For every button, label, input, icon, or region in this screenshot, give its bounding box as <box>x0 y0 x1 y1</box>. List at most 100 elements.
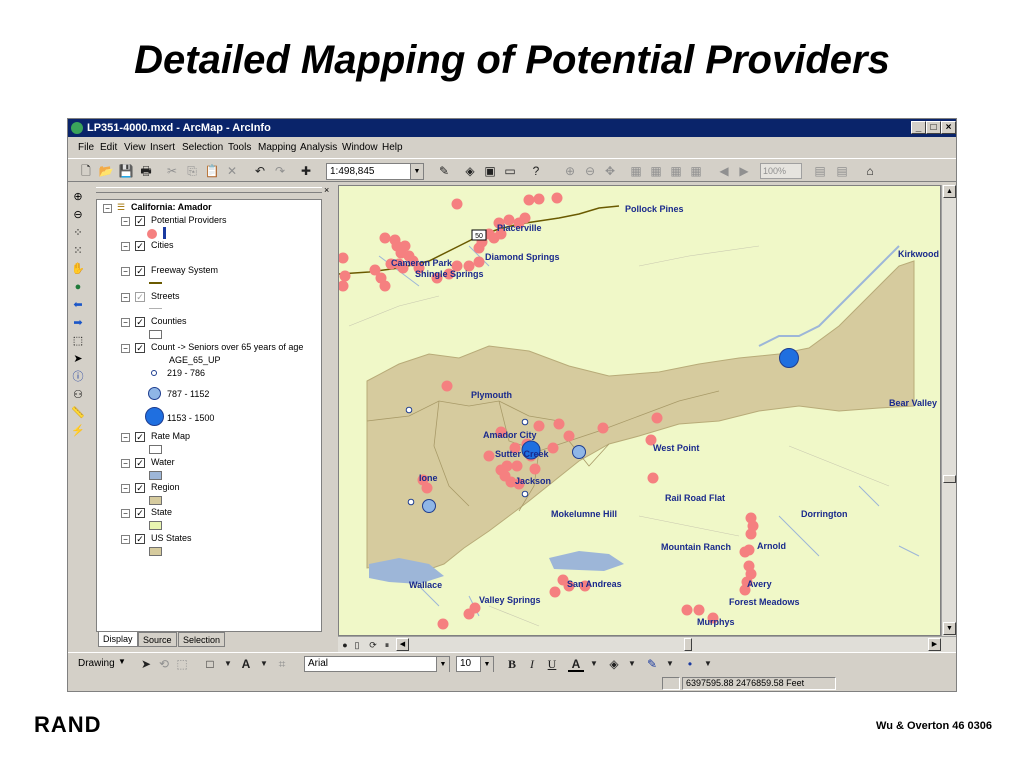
add-data-icon[interactable]: ✚ <box>298 163 314 179</box>
layout-zoom-in-icon[interactable]: ⊕ <box>562 163 578 179</box>
maximize-button[interactable]: □ <box>926 121 941 134</box>
toc-layer-water[interactable]: − ✓ Water <box>97 457 317 471</box>
provider-point[interactable] <box>547 442 559 454</box>
collapse-icon[interactable]: − <box>121 509 130 518</box>
provider-point[interactable] <box>651 412 663 424</box>
zoom-to-selected-icon[interactable]: ⬚ <box>174 656 190 672</box>
provider-point[interactable] <box>421 482 433 494</box>
layer-visibility-checkbox[interactable]: ✓ <box>135 241 145 251</box>
collapse-icon[interactable]: − <box>121 535 130 544</box>
menu-window[interactable]: Window <box>342 142 378 153</box>
save-icon[interactable]: 💾 <box>118 163 134 179</box>
toggle-draft-mode-icon[interactable]: ▤ <box>812 163 828 179</box>
layer-visibility-checkbox[interactable]: ✓ <box>135 292 145 302</box>
collapse-icon[interactable]: − <box>121 433 130 442</box>
chevron-down-icon[interactable]: ▼ <box>118 657 126 666</box>
provider-point[interactable] <box>379 280 391 292</box>
measure-icon[interactable]: 📏 <box>70 405 86 421</box>
forward-arrow-icon[interactable]: ➡ <box>70 315 86 331</box>
scroll-right-icon[interactable]: ▶ <box>928 638 941 651</box>
edit-vertices-icon[interactable]: ⌗ <box>274 656 290 672</box>
pan-hand-icon[interactable]: ✋ <box>70 261 86 277</box>
chevron-down-icon[interactable]: ▼ <box>624 656 640 672</box>
go-forward-extent-icon[interactable]: ▶ <box>736 163 752 179</box>
collapse-icon[interactable]: − <box>103 204 112 213</box>
new-text-icon[interactable]: A <box>238 656 254 672</box>
toc-scrollbar[interactable] <box>321 199 334 632</box>
fixed-zoom-out-icon[interactable]: ▦ <box>668 163 684 179</box>
collapse-icon[interactable]: − <box>121 459 130 468</box>
menu-view[interactable]: View <box>124 142 146 153</box>
provider-point[interactable] <box>339 270 351 282</box>
font-color-button[interactable]: A <box>568 656 584 672</box>
chevron-down-icon[interactable]: ▼ <box>436 657 449 672</box>
map-vertical-scrollbar[interactable]: ▲ ▼ <box>941 185 956 636</box>
provider-point[interactable] <box>495 464 507 476</box>
collapse-icon[interactable]: − <box>121 318 130 327</box>
layer-visibility-checkbox[interactable]: ✓ <box>135 483 145 493</box>
new-document-icon[interactable]: 🗋 <box>78 163 94 179</box>
chevron-down-icon[interactable]: ▼ <box>662 656 678 672</box>
layer-visibility-checkbox[interactable]: ✓ <box>135 266 145 276</box>
copy-icon[interactable]: ⎘ <box>184 163 200 179</box>
layer-visibility-checkbox[interactable]: ✓ <box>135 432 145 442</box>
provider-point[interactable] <box>463 608 475 620</box>
menu-analysis[interactable]: Analysis <box>300 142 337 153</box>
bold-button[interactable]: B <box>504 656 520 672</box>
italic-button[interactable]: I <box>524 656 540 672</box>
menu-edit[interactable]: Edit <box>100 142 117 153</box>
collapse-icon[interactable]: − <box>121 344 130 353</box>
focus-data-frame-icon[interactable]: ▤ <box>834 163 850 179</box>
menu-file[interactable]: File <box>78 142 94 153</box>
data-view-icon[interactable]: ● <box>340 637 350 653</box>
chevron-down-icon[interactable]: ▼ <box>256 656 272 672</box>
fixed-zoom-in-icon[interactable]: ▦ <box>648 163 664 179</box>
whats-this-help-icon[interactable]: ? <box>528 163 544 179</box>
scroll-down-icon[interactable]: ▼ <box>943 622 956 635</box>
toc-layer-counties[interactable]: − ✓ Counties <box>97 316 317 330</box>
senior-count-point[interactable] <box>405 406 413 414</box>
redo-icon[interactable]: ↷ <box>272 163 288 179</box>
layout-view-icon[interactable]: ▯ <box>352 637 362 653</box>
menu-help[interactable]: Help <box>382 142 403 153</box>
toc-layer-state[interactable]: − ✓ State <box>97 507 317 521</box>
arccatalog-icon[interactable]: ◈ <box>462 163 478 179</box>
rotate-icon[interactable]: ⟲ <box>156 656 172 672</box>
scroll-left-icon[interactable]: ◀ <box>396 638 409 651</box>
hscroll-thumb[interactable] <box>684 638 692 651</box>
collapse-icon[interactable]: − <box>121 242 130 251</box>
chevron-down-icon[interactable]: ▼ <box>410 164 423 179</box>
provider-point[interactable] <box>437 618 449 630</box>
chevron-down-icon[interactable]: ▼ <box>480 657 493 672</box>
zoom-in-icon[interactable]: ⊕ <box>70 189 86 205</box>
hyperlink-lightning-icon[interactable]: ⚡ <box>70 423 86 439</box>
font-size-combo[interactable]: 10 ▼ <box>456 656 494 672</box>
full-extent-globe-icon[interactable]: ● <box>70 279 86 295</box>
provider-point[interactable] <box>529 463 541 475</box>
fill-color-icon[interactable]: ◈ <box>606 656 622 672</box>
map-scale-combo[interactable]: 1:498,845 ▼ <box>326 163 424 180</box>
provider-point[interactable] <box>483 450 495 462</box>
layer-visibility-checkbox[interactable]: ✓ <box>135 534 145 544</box>
provider-point[interactable] <box>553 418 565 430</box>
provider-point[interactable] <box>533 193 545 205</box>
senior-count-point[interactable] <box>572 445 586 459</box>
provider-point[interactable] <box>551 192 563 204</box>
provider-point[interactable] <box>451 198 463 210</box>
toc-layer-potential-providers[interactable]: − ✓ Potential Providers <box>97 215 317 229</box>
zoom-100-icon[interactable]: ▦ <box>688 163 704 179</box>
provider-point[interactable] <box>743 544 755 556</box>
toc-data-frame[interactable]: − ☰ California: Amador <box>97 202 317 216</box>
layer-visibility-checkbox[interactable]: ✓ <box>135 317 145 327</box>
toc-layer-seniors-count[interactable]: − ✓ Count -> Seniors over 65 years of ag… <box>97 342 327 356</box>
back-arrow-icon[interactable]: ⬅ <box>70 297 86 313</box>
close-button[interactable]: × <box>941 121 956 134</box>
editor-toolbar-icon[interactable]: ✎ <box>436 163 452 179</box>
go-back-extent-icon[interactable]: ◀ <box>716 163 732 179</box>
provider-point[interactable] <box>339 252 349 264</box>
select-elements-arrow-icon[interactable]: ➤ <box>70 351 86 367</box>
menu-insert[interactable]: Insert <box>150 142 175 153</box>
minimize-button[interactable]: _ <box>911 121 926 134</box>
zoom-whole-page-icon[interactable]: ▦ <box>628 163 644 179</box>
collapse-icon[interactable]: − <box>121 293 130 302</box>
